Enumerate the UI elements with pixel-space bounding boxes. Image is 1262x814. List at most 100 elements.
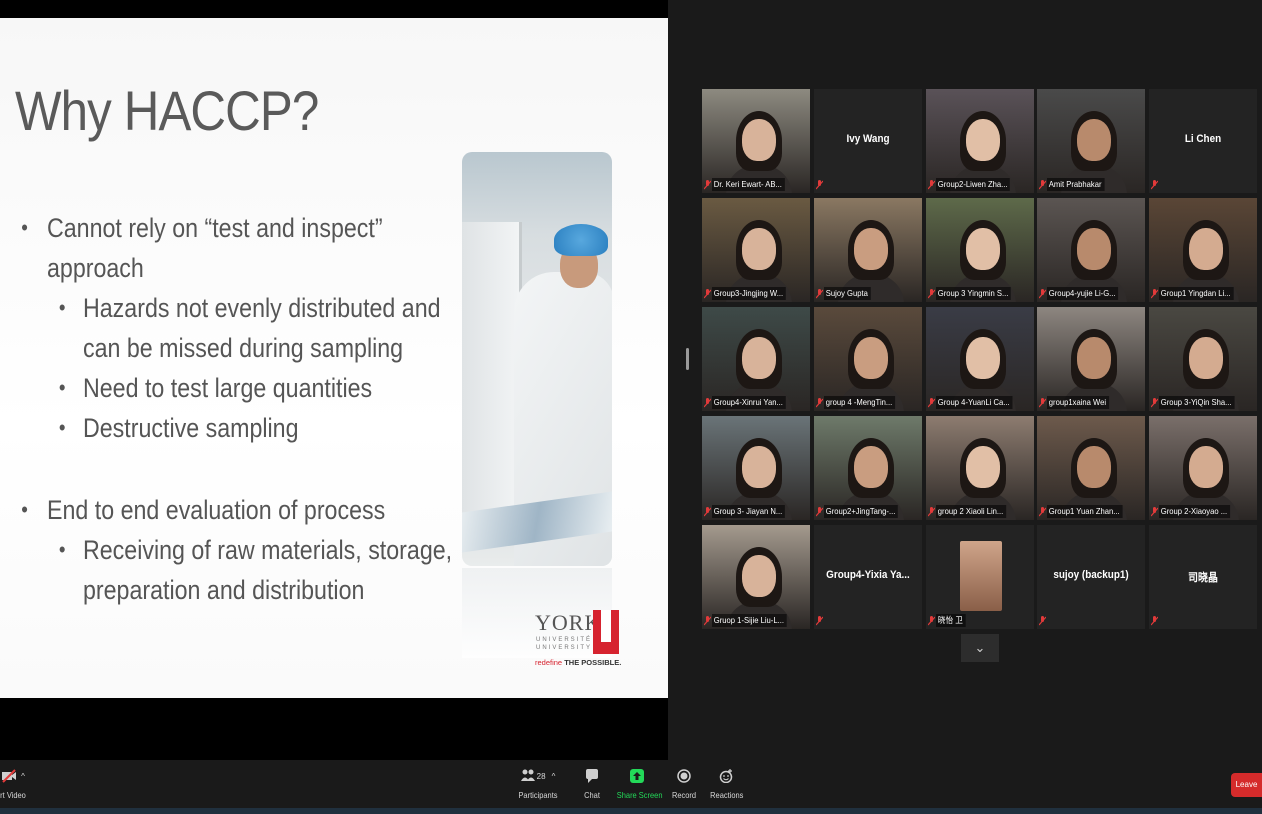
participant-name-label: Group 4-YuanLi Ca...	[936, 396, 1013, 409]
participant-tile[interactable]: Group 3-YiQin Sha...	[1149, 307, 1257, 411]
participant-name-label: Group4-Xinrui Yan...	[712, 396, 786, 409]
zoom-meeting-window: Why HACCP? • Cannot rely on “test and ins…	[0, 0, 1262, 814]
participant-name-label: Group1 Yingdan Li...	[1159, 287, 1234, 300]
mic-muted-icon	[928, 616, 935, 626]
view-splitter-handle[interactable]	[686, 348, 689, 370]
mic-muted-icon	[704, 398, 711, 408]
participant-tile[interactable]: 司晓晶	[1149, 525, 1257, 629]
mic-muted-icon	[816, 507, 823, 517]
bullet-text: can be missed during sampling	[83, 333, 404, 363]
participant-name-label: Amit Prabhakar	[1047, 178, 1105, 191]
chevron-down-icon: ⌄	[974, 640, 986, 655]
participant-name-label: Group 2-Xiaoyao ...	[1159, 505, 1230, 518]
participants-button[interactable]: 28 ^ Participants	[514, 766, 562, 800]
participant-tile[interactable]: Group1 Yingdan Li...	[1149, 198, 1257, 302]
mic-muted-icon	[1151, 180, 1158, 190]
meeting-toolbar: ^ rt Video 28 ^ Participants Chat Share …	[0, 760, 1262, 808]
participant-name-label: Group 3 Yingmin S...	[936, 287, 1012, 300]
mic-muted-icon	[928, 180, 935, 190]
bullet-text: Destructive sampling	[83, 413, 299, 443]
gallery-next-page-button[interactable]: ⌄	[961, 634, 999, 662]
chevron-up-icon[interactable]: ^	[552, 772, 556, 781]
participant-name-center: Group4-Yixia Ya...	[826, 569, 910, 581]
participant-tile[interactable]: Dr. Keri Ewart- AB...	[702, 89, 810, 193]
participant-tile[interactable]: 晓怡 卫	[926, 525, 1034, 629]
mic-muted-icon	[1039, 289, 1046, 299]
chat-button[interactable]: Chat	[578, 766, 606, 800]
participant-tile[interactable]: Ivy Wang	[814, 89, 922, 193]
participant-tile[interactable]: Group1 Yuan Zhan...	[1037, 416, 1145, 520]
york-university-logo: YORK UNIVERSITÉ UNIVERSITY redefine THE P…	[535, 610, 622, 667]
lab-worker-photo	[462, 152, 612, 566]
slide-bullet-line: • Destructive sampling	[59, 408, 299, 448]
chat-bubble-icon	[578, 766, 606, 786]
mic-muted-icon	[704, 289, 711, 299]
participant-tile[interactable]: Group3-Jingjing W...	[702, 198, 810, 302]
mic-muted-icon	[928, 398, 935, 408]
participant-tile[interactable]: sujoy (backup1)	[1037, 525, 1145, 629]
participant-tile[interactable]: Amit Prabhakar	[1037, 89, 1145, 193]
slide-bullet-line: • End to end evaluation of process	[21, 490, 386, 530]
participant-tile[interactable]: Group2-Liwen Zha...	[926, 89, 1034, 193]
share-screen-button[interactable]: Share Screen	[614, 766, 663, 800]
participant-name-label: group1xaina Wei	[1047, 396, 1109, 409]
leave-meeting-button[interactable]: Leave	[1231, 773, 1262, 797]
participant-name-label: Group4-yujie Li-G...	[1047, 287, 1119, 300]
mic-muted-icon	[1151, 507, 1158, 517]
slide-bullet-line: • Cannot rely on “test and inspect”	[21, 208, 383, 248]
participant-tile[interactable]: Sujoy Gupta	[814, 198, 922, 302]
mic-muted-icon	[1151, 398, 1158, 408]
share-arrow-icon	[614, 766, 660, 786]
reactions-button[interactable]: Reactions	[708, 766, 744, 800]
participant-tile[interactable]: Group4-yujie Li-G...	[1037, 198, 1145, 302]
mic-muted-icon	[704, 180, 711, 190]
slide-bullet-line: approach	[47, 248, 144, 288]
bullet-text: Hazards not evenly distributed and	[83, 293, 441, 323]
mic-muted-icon	[704, 616, 711, 626]
slide-bullet-line: preparation and distribution	[83, 570, 364, 610]
mic-muted-icon	[1039, 398, 1046, 408]
bullet-marker: •	[58, 375, 66, 400]
smiley-plus-icon	[708, 766, 744, 786]
participant-name-label: 晓怡 卫	[936, 614, 966, 627]
participant-tile[interactable]: Group 3- Jiayan N...	[702, 416, 810, 520]
mic-muted-icon	[704, 507, 711, 517]
participant-tile[interactable]: Group2+JingTang-...	[814, 416, 922, 520]
participant-tile[interactable]: group 4 -MengTin...	[814, 307, 922, 411]
participant-tile[interactable]: Group 4-YuanLi Ca...	[926, 307, 1034, 411]
bullet-text: Cannot rely on “test and inspect”	[47, 213, 383, 243]
mic-muted-icon	[928, 289, 935, 299]
mic-muted-icon	[816, 180, 823, 190]
participant-name-label: Group 3-YiQin Sha...	[1159, 396, 1235, 409]
participant-tile[interactable]: Group 3 Yingmin S...	[926, 198, 1034, 302]
participants-count: 28	[536, 771, 546, 781]
video-off-icon: ^	[0, 766, 30, 786]
slide-bullet-line: • Hazards not evenly distributed and	[59, 288, 441, 328]
bullet-text: Need to test large quantities	[83, 373, 373, 403]
participant-tile[interactable]: Li Chen	[1149, 89, 1257, 193]
participant-name-label: Group1 Yuan Zhan...	[1047, 505, 1123, 518]
participant-tile[interactable]: Group4-Xinrui Yan...	[702, 307, 810, 411]
participant-photo	[960, 541, 1002, 611]
participant-tile[interactable]: group1xaina Wei	[1037, 307, 1145, 411]
start-video-button[interactable]: ^ rt Video	[0, 766, 30, 800]
participant-name-label: Sujoy Gupta	[824, 287, 871, 300]
participant-name-label: Group2+JingTang-...	[824, 505, 899, 518]
shared-screen-area: Why HACCP? • Cannot rely on “test and ins…	[0, 0, 668, 760]
participant-tile[interactable]: Gruop 1-Sijie Liu-L...	[702, 525, 810, 629]
mic-muted-icon	[1039, 507, 1046, 517]
record-button[interactable]: Record	[668, 766, 700, 800]
participant-name-label: Dr. Keri Ewart- AB...	[712, 178, 785, 191]
bullet-text: End to end evaluation of process	[47, 495, 386, 525]
participant-tile[interactable]: Group4-Yixia Ya...	[814, 525, 922, 629]
participant-name-center: 司晓晶	[1188, 572, 1218, 584]
bullet-marker: •	[21, 497, 28, 522]
record-icon	[668, 766, 700, 786]
participant-name-label: Group2-Liwen Zha...	[936, 178, 1011, 191]
participant-tile[interactable]: group 2 Xiaoli Lin...	[926, 416, 1034, 520]
mic-muted-icon	[1039, 616, 1046, 626]
mic-muted-icon	[816, 616, 823, 626]
participant-name-center: sujoy (backup1)	[1053, 569, 1129, 581]
participant-name-label: Group3-Jingjing W...	[712, 287, 786, 300]
participant-tile[interactable]: Group 2-Xiaoyao ...	[1149, 416, 1257, 520]
